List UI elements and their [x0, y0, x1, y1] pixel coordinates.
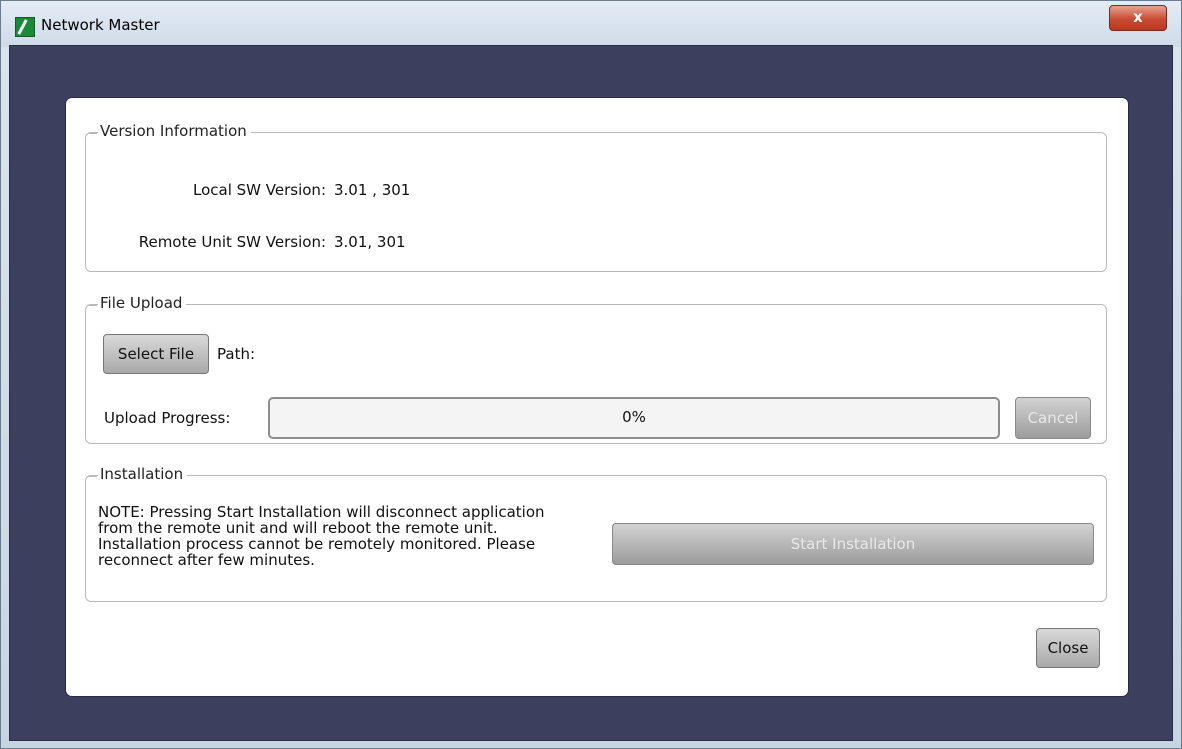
start-installation-button[interactable]: Start Installation	[612, 523, 1094, 565]
app-logo-icon	[15, 17, 35, 37]
version-information-group: Version Information Local SW Version: 3.…	[85, 122, 1107, 272]
path-label: Path:	[217, 345, 256, 363]
remote-sw-version-value: 3.01, 301	[334, 233, 406, 251]
file-upload-group: File Upload Select File Path: Upload Pro…	[85, 294, 1107, 444]
select-file-button[interactable]: Select File	[103, 334, 209, 374]
local-sw-version-value: 3.01 , 301	[334, 181, 411, 199]
client-area: Version Information Local SW Version: 3.…	[9, 45, 1173, 741]
window-title: Network Master	[41, 16, 160, 34]
close-dialog-button[interactable]: Close	[1036, 628, 1100, 668]
window-close-button[interactable]: x	[1109, 5, 1167, 31]
title-bar[interactable]: Network Master x	[1, 1, 1181, 47]
file-upload-title: File Upload	[87, 294, 187, 312]
installation-title: Installation	[87, 465, 188, 483]
cancel-upload-button[interactable]: Cancel	[1015, 397, 1091, 439]
local-sw-version-label: Local SW Version:	[193, 181, 326, 199]
upload-progress-label: Upload Progress:	[104, 409, 231, 427]
software-update-dialog: Version Information Local SW Version: 3.…	[66, 98, 1128, 696]
upload-progress-text: 0%	[622, 408, 646, 426]
app-window: Network Master x Version Information Loc…	[0, 0, 1182, 749]
installation-group: Installation NOTE: Pressing Start Instal…	[85, 465, 1107, 602]
installation-note: NOTE: Pressing Start Installation will d…	[98, 503, 545, 569]
remote-sw-version-label: Remote Unit SW Version:	[138, 233, 326, 251]
version-information-title: Version Information	[88, 122, 251, 140]
upload-progress-bar: 0%	[268, 397, 1000, 439]
